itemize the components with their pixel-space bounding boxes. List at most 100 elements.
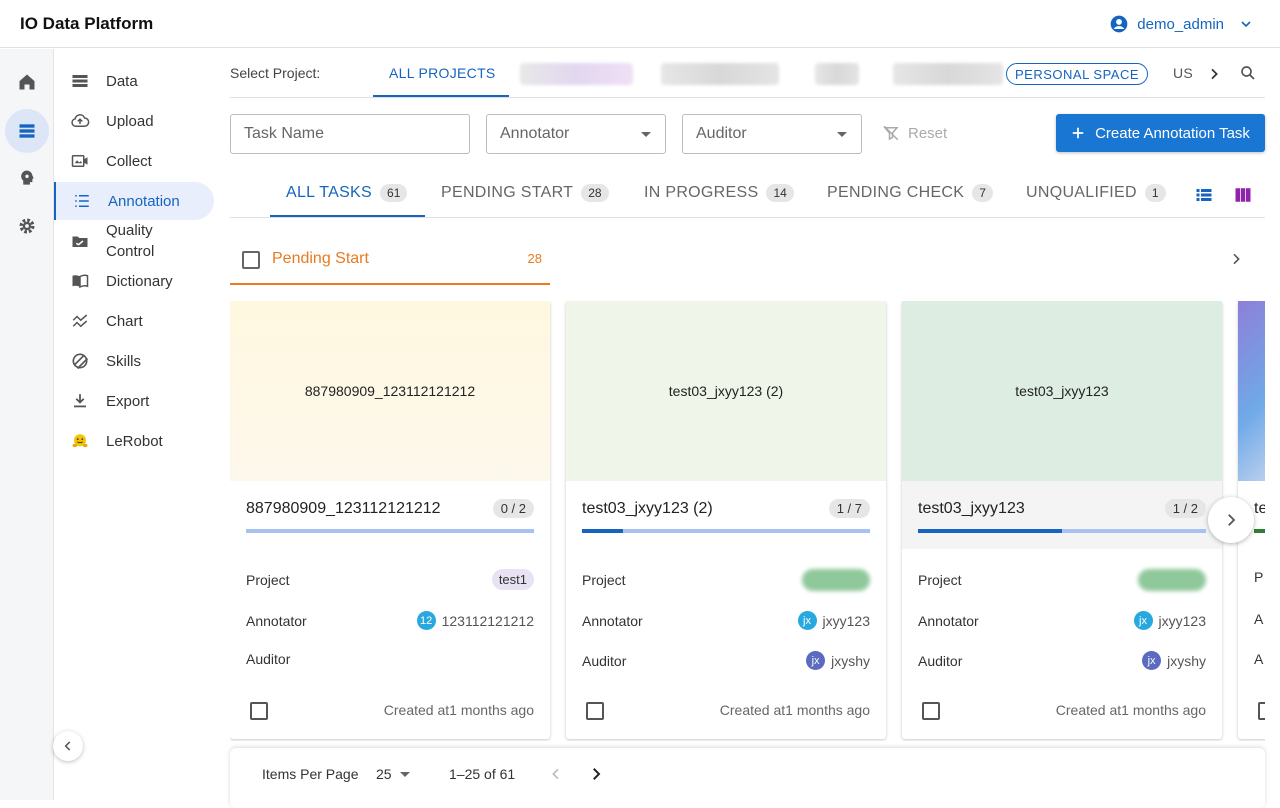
auditor-select[interactable]: Auditor	[682, 114, 862, 154]
sidebar-item-label: Quality Control	[106, 222, 155, 260]
card-row-project: P	[1254, 569, 1265, 585]
tab-pending-start[interactable]: PENDING START 28	[441, 184, 609, 202]
sidebar-item-upload[interactable]: Upload	[54, 102, 214, 140]
tab-label: IN PROGRESS	[644, 184, 759, 201]
plus-icon	[1072, 127, 1084, 139]
tab-in-progress[interactable]: IN PROGRESS 14	[644, 184, 794, 202]
project-select-label: Select Project:	[230, 65, 321, 81]
sidebar-item-annotation[interactable]: Annotation	[54, 182, 214, 220]
card-select-checkbox[interactable]	[250, 702, 268, 720]
search-icon[interactable]	[1239, 64, 1257, 82]
settings-button[interactable]	[5, 204, 49, 248]
task-name-input[interactable]: Task Name	[230, 114, 470, 154]
sidebar-item-data[interactable]: Data	[54, 62, 214, 100]
progress-fill	[918, 529, 1062, 533]
card-created-time: Created at1 months ago	[719, 702, 870, 718]
caret-down-icon	[837, 132, 847, 137]
card-thumbnail: test03_jxyy123	[902, 301, 1222, 481]
user-menu[interactable]: demo_admin	[1109, 14, 1254, 34]
card-progress-bar	[582, 529, 870, 533]
sidebar-item-export[interactable]: Export	[54, 382, 214, 420]
sidebar-item-lerobot[interactable]: LeRobot	[54, 422, 214, 460]
sidebar-item-label: Data	[106, 72, 138, 90]
tab-unqualified[interactable]: UNQUALIFIED 1	[1026, 184, 1166, 202]
home-button[interactable]	[5, 60, 49, 104]
task-card[interactable]: test03_jxyy123 (2) test03_jxyy123 (2) 1 …	[566, 301, 886, 739]
avatar: jx	[1133, 611, 1153, 630]
row-label: Project	[246, 571, 290, 588]
list-view-icon[interactable]	[1194, 186, 1214, 204]
filter-bar: Task Name Annotator Auditor Reset Create…	[230, 114, 1265, 154]
side-nav: Data Upload Collect Annotation Quality C…	[54, 49, 220, 800]
annotator-select[interactable]: Annotator	[486, 114, 666, 154]
sidebar-item-chart[interactable]: Chart	[54, 302, 214, 340]
tab-count: 61	[380, 184, 408, 202]
sidebar-item-collect[interactable]: Collect	[54, 142, 214, 180]
tab-all-projects[interactable]: ALL PROJECTS	[389, 65, 496, 81]
list-numbered-icon	[75, 195, 89, 207]
card-row-project: Project	[918, 569, 1206, 591]
sidebar-item-label: LeRobot	[106, 432, 163, 450]
project-tab-redacted[interactable]	[893, 63, 1003, 85]
tab-us[interactable]: US	[1173, 65, 1193, 81]
data-section-button[interactable]	[5, 109, 49, 153]
group-select-checkbox[interactable]	[242, 251, 260, 269]
caret-down-icon	[641, 132, 651, 137]
image-check-icon	[72, 236, 88, 247]
card-title: te	[1254, 500, 1265, 517]
auditor-select-label: Auditor	[696, 125, 747, 142]
card-select-checkbox[interactable]	[586, 702, 604, 720]
sidebar-item-quality-control[interactable]: Quality Control	[54, 219, 214, 263]
top-bar: IO Data Platform demo_admin	[0, 0, 1280, 48]
account-circle-icon	[1110, 15, 1128, 33]
card-row-auditor: A	[1254, 651, 1265, 667]
create-annotation-task-button[interactable]: Create Annotation Task	[1056, 114, 1265, 152]
project-tab-redacted[interactable]	[815, 63, 859, 85]
task-card[interactable]: 887980909_123112121212 887980909_1231121…	[230, 301, 550, 739]
chevron-right-icon[interactable]	[1228, 251, 1244, 267]
tab-personal-space[interactable]: PERSONAL SPACE	[1006, 63, 1149, 85]
tab-all-tasks[interactable]: ALL TASKS 61	[286, 184, 408, 202]
chevron-left-icon[interactable]	[548, 766, 564, 782]
task-card[interactable]: test03_jxyy123 test03_jxyy123 1 / 2 Proj…	[902, 301, 1222, 739]
chevron-right-icon	[1228, 514, 1236, 526]
sidebar-item-label: Skills	[106, 352, 142, 370]
sidebar-item-label: Annotation	[108, 192, 180, 210]
home-icon	[19, 74, 35, 90]
project-tab-redacted[interactable]	[520, 63, 633, 85]
collapse-sidebar-button[interactable]	[53, 731, 83, 761]
annotator-name: jxyy123	[822, 612, 870, 629]
sidebar-item-skills[interactable]: Skills	[54, 342, 214, 380]
sidebar-item-dictionary[interactable]: Dictionary	[54, 262, 214, 300]
card-select-checkbox[interactable]	[1258, 702, 1265, 720]
board-view-icon[interactable]	[1233, 186, 1253, 204]
annotator-name: 123112121212	[441, 612, 534, 629]
tab-pending-check[interactable]: PENDING CHECK 7	[827, 184, 993, 202]
tab-label: ALL TASKS	[286, 184, 373, 201]
model-section-button[interactable]	[5, 156, 49, 200]
thumbnail-label: 887980909_123112121212	[304, 383, 476, 399]
tab-count: 28	[581, 184, 609, 202]
project-chip-redacted	[1138, 569, 1206, 591]
card-header: 887980909_123112121212 0 / 2	[230, 481, 550, 549]
card-row-auditor: Auditor jx jxyshy	[582, 651, 870, 670]
items-per-page-select[interactable]: 25	[376, 766, 410, 782]
book-icon	[72, 274, 89, 289]
icon-rail	[0, 49, 54, 800]
row-label: P	[1254, 569, 1264, 585]
chevron-right-icon[interactable]	[587, 765, 605, 783]
row-label: A	[1254, 611, 1264, 627]
progress-fill	[582, 529, 624, 533]
row-label: Annotator	[918, 612, 979, 629]
storage-icon	[72, 75, 88, 87]
project-tab-redacted[interactable]	[661, 63, 779, 85]
next-cards-button[interactable]	[1208, 497, 1254, 543]
tab-indicator	[270, 215, 425, 217]
thumbnail-label: test03_jxyy123 (2)	[668, 383, 784, 399]
chevron-right-icon[interactable]	[1206, 66, 1222, 82]
card-select-checkbox[interactable]	[922, 702, 940, 720]
tab-count: 1	[1144, 184, 1166, 202]
reset-button[interactable]: Reset	[882, 124, 947, 142]
card-title: test03_jxyy123 (2)	[582, 500, 713, 517]
avatar: jx	[1142, 651, 1162, 670]
